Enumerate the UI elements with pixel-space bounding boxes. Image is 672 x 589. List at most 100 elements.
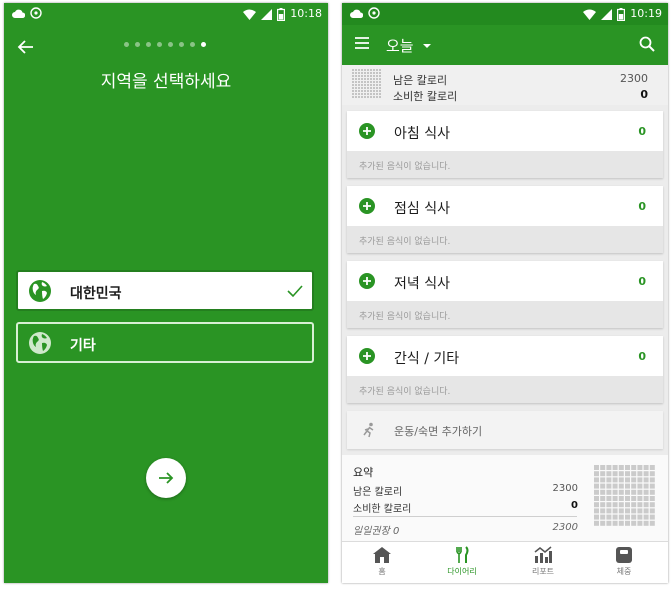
grid-cell: [358, 96, 360, 98]
app-bar: 오늘: [342, 25, 668, 65]
grid-cell: [618, 514, 624, 520]
grid-cell: [600, 520, 606, 526]
page-dot: [135, 42, 140, 47]
dropdown-caret-icon: [422, 43, 431, 48]
grid-cell: [364, 69, 366, 71]
running-icon: [363, 422, 374, 438]
grid-cell: [379, 81, 381, 83]
grid-cell: [352, 69, 354, 71]
grid-cell: [370, 78, 372, 80]
grid-cell: [643, 477, 649, 483]
meal-card-header[interactable]: 아침 식사 0: [347, 111, 663, 151]
grid-cell: [367, 84, 369, 86]
summary-remaining-value: 2300: [552, 483, 578, 494]
nav-label: 리포트: [531, 567, 555, 576]
grid-cell: [649, 483, 655, 489]
grid-cell: [625, 483, 630, 489]
grid-cell: [594, 471, 599, 477]
meal-card-header[interactable]: 점심 식사 0: [347, 186, 663, 226]
grid-cell: [637, 471, 643, 477]
grid-cell: [594, 496, 599, 501]
grid-cell: [600, 508, 606, 514]
grid-cell: [367, 90, 369, 92]
add-exercise-button[interactable]: 운동/숙면 추가하기: [347, 411, 663, 449]
page-dot: [124, 42, 129, 47]
grid-cell: [367, 78, 369, 80]
calorie-grid-icon: [352, 69, 381, 98]
grid-cell: [618, 489, 624, 495]
grid-cell: [376, 78, 378, 80]
grid-cell: [364, 96, 366, 98]
grid-cell: [618, 477, 624, 483]
meal-name: 간식 / 기타: [394, 351, 460, 367]
region-option-other[interactable]: 기타: [16, 322, 314, 363]
daily-summary: 요약 남은 칼로리 2300 소비한 칼로리 0 일일권장 0 2300: [342, 455, 668, 541]
grid-cell: [649, 514, 655, 520]
grid-cell: [606, 514, 612, 520]
meal-calorie-count: 0: [638, 275, 646, 288]
grid-cell: [358, 81, 360, 83]
add-circle-icon[interactable]: [359, 123, 375, 139]
page-dot: [157, 42, 162, 47]
grid-cell: [618, 502, 624, 508]
grid-cell: [618, 496, 624, 501]
grid-cell: [643, 514, 649, 520]
grid-cell: [364, 93, 366, 95]
add-circle-icon[interactable]: [359, 348, 375, 364]
meal-empty-text: 추가된 음식이 없습니다.: [359, 387, 451, 397]
grid-cell: [361, 78, 363, 80]
grid-cell: [612, 471, 618, 477]
add-circle-icon[interactable]: [359, 198, 375, 214]
grid-cell: [625, 514, 630, 520]
grid-cell: [367, 81, 369, 83]
remaining-calories-label: 남은 칼로리: [393, 74, 448, 87]
chart-icon: [534, 546, 552, 563]
battery-icon: [617, 7, 626, 21]
grid-cell: [361, 93, 363, 95]
grid-cell: [364, 90, 366, 92]
home-icon: [373, 547, 391, 563]
summary-recommended-label: 일일권장 0: [353, 526, 400, 537]
grid-cell: [358, 90, 360, 92]
meal-card-header[interactable]: 저녁 식사 0: [347, 261, 663, 301]
grid-cell: [379, 87, 381, 89]
grid-cell: [625, 496, 630, 501]
meal-empty-text: 추가된 음식이 없습니다.: [359, 237, 451, 247]
clock: 10:18: [290, 7, 322, 20]
nav-diary[interactable]: 다이어리: [427, 546, 497, 582]
region-option-korea[interactable]: 대한민국: [16, 270, 314, 311]
meal-card-header[interactable]: 간식 / 기타 0: [347, 336, 663, 376]
grid-cell: [594, 489, 599, 495]
search-icon[interactable]: [638, 35, 656, 53]
grid-cell: [594, 520, 599, 526]
grid-cell: [600, 496, 606, 501]
summary-title: 요약: [353, 466, 374, 479]
grid-cell: [649, 489, 655, 495]
meal-card-snack: 간식 / 기타 0 추가된 음식이 없습니다.: [347, 336, 663, 403]
grid-cell: [612, 502, 618, 508]
grid-cell: [379, 78, 381, 80]
menu-icon[interactable]: [354, 35, 370, 51]
grid-cell: [594, 514, 599, 520]
meal-name: 저녁 식사: [394, 276, 450, 292]
grid-cell: [364, 72, 366, 74]
nav-label: 홈: [378, 567, 386, 576]
grid-cell: [358, 87, 360, 89]
remaining-calories-value: 2300: [620, 72, 648, 85]
grid-cell: [606, 477, 612, 483]
grid-cell: [594, 465, 599, 470]
nav-report[interactable]: 리포트: [508, 546, 578, 582]
date-dropdown[interactable]: 오늘: [386, 35, 432, 56]
nav-home[interactable]: 홈: [347, 546, 417, 582]
add-circle-icon[interactable]: [359, 273, 375, 289]
grid-cell: [637, 502, 643, 508]
grid-cell: [649, 471, 655, 477]
grid-cell: [373, 93, 375, 95]
grid-cell: [631, 483, 637, 489]
next-button[interactable]: [146, 458, 186, 498]
grid-cell: [358, 93, 360, 95]
status-bar: 10:19: [342, 3, 668, 25]
nav-weight[interactable]: 체중: [589, 546, 659, 582]
back-arrow-icon[interactable]: [16, 37, 36, 57]
grid-cell: [600, 477, 606, 483]
